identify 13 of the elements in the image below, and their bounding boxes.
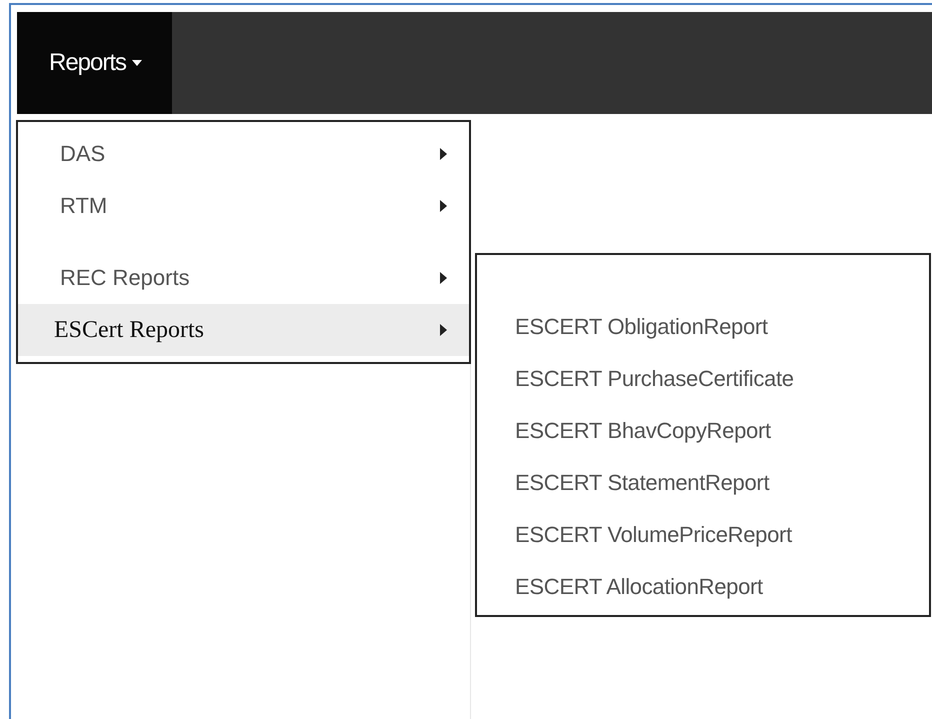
submenu-arrow-icon — [440, 324, 447, 336]
submenu-item[interactable]: ESCERT PurchaseCertificate — [515, 353, 929, 405]
submenu-item[interactable]: ESCERT VolumePriceReport — [515, 509, 929, 561]
reports-menu-button[interactable]: Reports — [17, 12, 172, 114]
caret-icon — [132, 60, 142, 66]
submenu-item[interactable]: ESCERT BhavCopyReport — [515, 405, 929, 457]
submenu-arrow-icon — [440, 148, 447, 160]
submenu-item[interactable]: ESCERT StatementReport — [515, 457, 929, 509]
submenu-arrow-icon — [440, 200, 447, 212]
submenu-item[interactable]: ESCERT ObligationReport — [515, 301, 929, 353]
submenu-item[interactable]: ESCERT AllocationReport — [515, 561, 929, 613]
submenu-arrow-icon — [440, 272, 447, 284]
menu-item[interactable]: ESCert Reports — [18, 304, 469, 356]
